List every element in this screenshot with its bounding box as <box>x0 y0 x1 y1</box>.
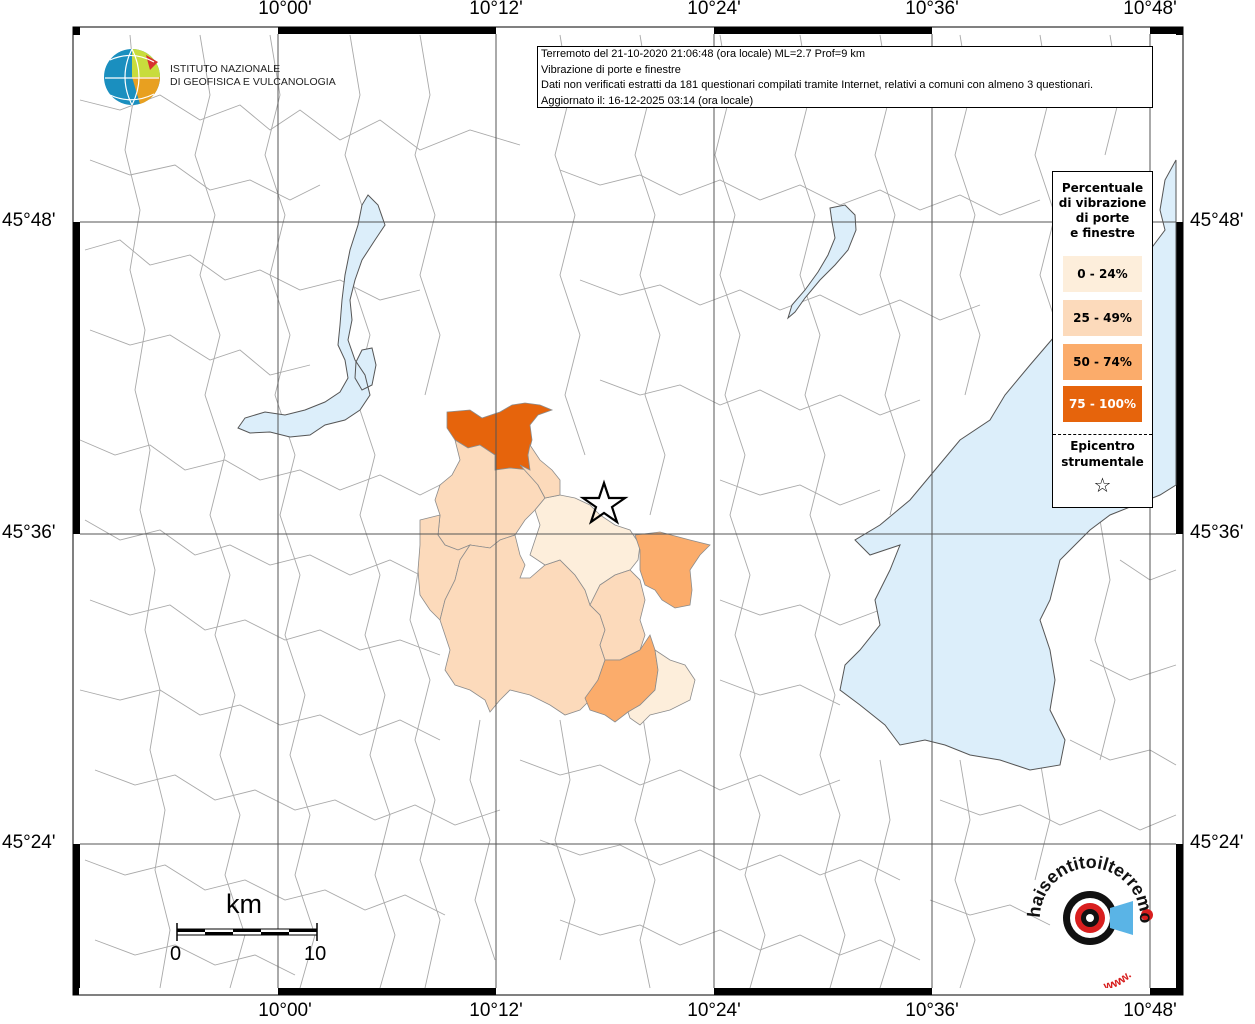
map-subject: Vibrazione di porte e finestre <box>541 63 681 76</box>
legend: Percentuale di vibrazione di porte e fin… <box>1052 171 1153 508</box>
legend-star-icon: ☆ <box>1093 473 1112 497</box>
ingv-line1: ISTITUTO NAZIONALE <box>170 63 281 75</box>
legend-divider <box>1053 434 1152 435</box>
legend-title: Percentuale di vibrazione di porte e fin… <box>1053 181 1152 241</box>
legend-item-25-49: 25 - 49% <box>1063 300 1142 336</box>
lat-label-right-2: 45°36' <box>1190 522 1244 543</box>
legend-item-75-100: 75 - 100% <box>1063 386 1142 422</box>
lon-label-bottom-3: 10°24' <box>687 1000 741 1021</box>
lon-label-top-5: 10°48' <box>1123 0 1177 19</box>
legend-epicenter-label: Epicentro strumentale <box>1053 438 1152 470</box>
lon-label-bottom-5: 10°48' <box>1123 1000 1177 1021</box>
legend-epicenter-line: Epicentro <box>1070 439 1135 453</box>
ingv-line2: DI GEOFISICA E VULCANOLOGIA <box>170 76 336 88</box>
lon-label-bottom-1: 10°00' <box>258 1000 312 1021</box>
updated-timestamp: Aggiornato il: 16-12-2025 03:14 (ora loc… <box>541 94 754 107</box>
event-title: Terremoto del 21-10-2020 21:06:48 (ora l… <box>541 48 866 60</box>
lon-label-top-4: 10°36' <box>905 0 959 19</box>
lon-label-bottom-4: 10°36' <box>905 1000 959 1021</box>
scale-end: 10 <box>304 943 327 965</box>
legend-title-line: di porte <box>1075 211 1130 225</box>
svg-text:www.: www. <box>1101 968 1134 988</box>
legend-epicenter-line: strumentale <box>1061 455 1144 469</box>
event-info-box: Terremoto del 21-10-2020 21:06:48 (ora l… <box>537 46 1153 108</box>
lat-label-right-3: 45°24' <box>1190 832 1244 853</box>
legend-item-label: 25 - 49% <box>1073 311 1132 325</box>
ingv-logo-text: ISTITUTO NAZIONALE DI GEOFISICA E VULCAN… <box>170 63 336 89</box>
lat-label-left-1: 45°48' <box>2 210 56 231</box>
hsit-logo: haisentitoilterremoto.it www. <box>1020 848 1156 988</box>
lat-label-right-1: 45°48' <box>1190 210 1244 231</box>
lon-label-top-3: 10°24' <box>687 0 741 19</box>
legend-title-line: e finestre <box>1070 226 1135 240</box>
ingv-globe-icon <box>104 48 161 106</box>
lon-label-top-2: 10°12' <box>469 0 523 19</box>
lat-label-left-3: 45°24' <box>2 832 56 853</box>
svg-text:haisentitoilterremoto.it: haisentitoilterremoto.it <box>1020 848 1156 923</box>
scale-start: 0 <box>170 943 182 965</box>
legend-item-0-24: 0 - 24% <box>1063 256 1142 292</box>
data-note: Dati non verificati estratti da 181 ques… <box>541 79 1094 91</box>
legend-item-label: 50 - 74% <box>1073 355 1132 369</box>
hsit-text: haisentitoilterremoto.it <box>1020 848 1156 923</box>
legend-title-line: Percentuale <box>1061 181 1144 195</box>
scale-unit: km <box>226 889 262 919</box>
legend-item-label: 75 - 100% <box>1068 397 1137 411</box>
legend-title-line: di vibrazione <box>1058 196 1147 210</box>
lon-label-top-1: 10°00' <box>258 0 312 19</box>
legend-item-50-74: 50 - 74% <box>1063 344 1142 380</box>
hsit-prefix: www. <box>1101 968 1134 988</box>
lat-label-left-2: 45°36' <box>2 522 56 543</box>
lon-label-bottom-2: 10°12' <box>469 1000 523 1021</box>
legend-item-label: 0 - 24% <box>1077 267 1128 281</box>
